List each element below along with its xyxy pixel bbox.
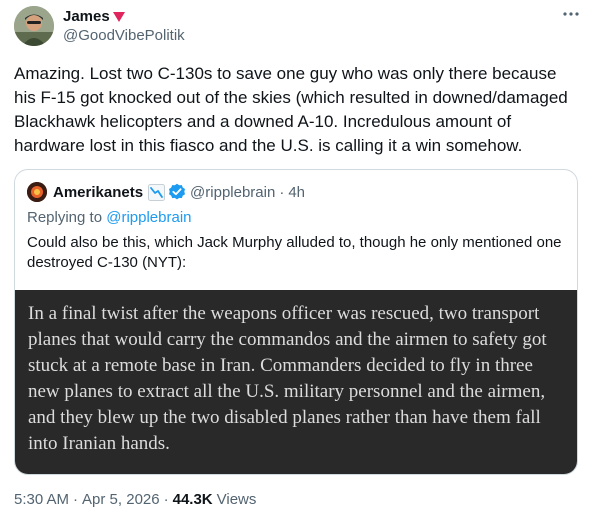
replying-to-label: Replying to [27,209,103,226]
quoted-author-name[interactable]: Amerikanets [53,184,143,201]
tweet-text: Amazing. Lost two C-130s to save one guy… [14,64,568,155]
author-name-row: James [63,6,185,26]
author-handle[interactable]: @GoodVibePolitik [63,27,185,44]
tweet-time[interactable]: 5:30 AM [14,491,69,508]
quoted-avatar-image [27,182,47,202]
quoted-tweet-text: Could also be this, which Jack Murphy al… [27,234,562,271]
quoted-tweet-image[interactable]: In a final twist after the weapons offic… [15,290,577,474]
red-triangle-icon [112,11,125,22]
quoted-author-handle[interactable]: @ripplebrain [190,184,275,201]
quoted-image-text: In a final twist after the weapons offic… [28,303,547,454]
author-avatar-image [14,6,54,46]
views-label: Views [216,491,257,508]
quoted-tweet-card[interactable]: Amerikanets @ripplebrain · 4h Replying t… [14,169,578,475]
quoted-author-avatar[interactable] [27,182,47,202]
views-count[interactable]: 44.3K [173,491,213,508]
author-block: James @GoodVibePolitik [63,6,185,45]
chart-decreasing-icon [148,183,166,201]
more-dots-icon [563,12,579,16]
verified-badge-icon [168,183,186,201]
author-avatar[interactable] [14,6,54,46]
quoted-separator: · [279,183,285,201]
more-options-button[interactable] [558,4,584,24]
tweet-date[interactable]: Apr 5, 2026 [82,491,160,508]
author-name[interactable]: James [63,8,110,25]
meta-separator: · [73,491,79,508]
tweet-meta: 5:30 AM · Apr 5, 2026 · 44.3K Views [14,491,256,508]
replying-to: Replying to @ripplebrain [27,209,192,226]
quoted-timestamp[interactable]: 4h [288,184,305,201]
meta-separator-2: · [163,491,169,508]
quoted-tweet-header: Amerikanets @ripplebrain · 4h [27,182,305,202]
replying-to-handle-link[interactable]: @ripplebrain [106,209,191,226]
